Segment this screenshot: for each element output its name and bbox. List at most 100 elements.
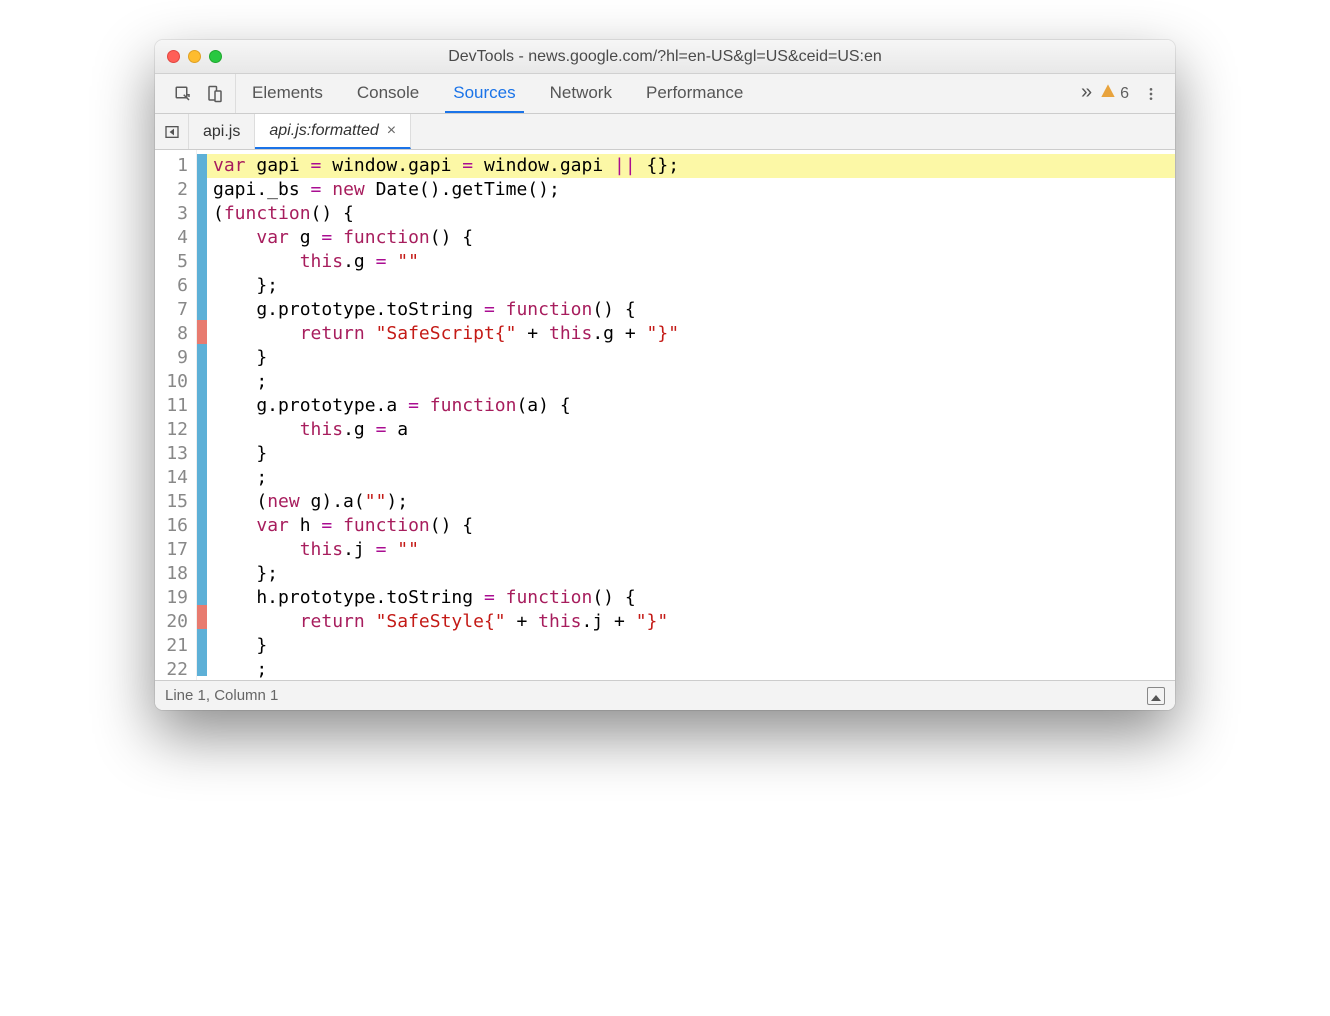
titlebar: DevTools - news.google.com/?hl=en-US&gl=… xyxy=(155,40,1175,74)
tab-elements[interactable]: Elements xyxy=(244,74,331,113)
coverage-marker xyxy=(197,486,207,510)
line-number[interactable]: 17 xyxy=(165,538,188,562)
code-line[interactable]: ; xyxy=(207,370,1175,394)
line-number[interactable]: 10 xyxy=(165,370,188,394)
coverage-marker xyxy=(197,510,207,534)
line-number[interactable]: 20 xyxy=(165,610,188,634)
minimize-window-button[interactable] xyxy=(188,50,201,63)
line-number[interactable]: 11 xyxy=(165,394,188,418)
code-editor[interactable]: 12345678910111213141516171819202122 var … xyxy=(155,150,1175,680)
maximize-window-button[interactable] xyxy=(209,50,222,63)
code-line[interactable]: }; xyxy=(207,274,1175,298)
tab-console[interactable]: Console xyxy=(349,74,427,113)
code-line[interactable]: g.prototype.a = function(a) { xyxy=(207,394,1175,418)
coverage-marker xyxy=(197,605,207,629)
code-content[interactable]: var gapi = window.gapi = window.gapi || … xyxy=(207,150,1175,680)
cursor-position: Line 1, Column 1 xyxy=(165,687,278,704)
settings-menu-button[interactable] xyxy=(1139,82,1163,106)
more-tabs-button[interactable]: » xyxy=(1073,74,1100,113)
line-number[interactable]: 22 xyxy=(165,658,188,680)
line-number[interactable]: 12 xyxy=(165,418,188,442)
line-number[interactable]: 21 xyxy=(165,634,188,658)
code-line[interactable]: ; xyxy=(207,466,1175,490)
code-line[interactable]: (function() { xyxy=(207,202,1175,226)
code-line[interactable]: } xyxy=(207,442,1175,466)
line-number[interactable]: 2 xyxy=(165,178,188,202)
code-line[interactable]: this.j = "" xyxy=(207,538,1175,562)
coverage-markers xyxy=(197,150,207,680)
line-number[interactable]: 4 xyxy=(165,226,188,250)
coverage-marker xyxy=(197,652,207,676)
line-number[interactable]: 9 xyxy=(165,346,188,370)
inspect-element-icon[interactable] xyxy=(169,80,197,108)
coverage-marker xyxy=(197,368,207,392)
coverage-marker xyxy=(197,581,207,605)
coverage-marker xyxy=(197,178,207,202)
line-number[interactable]: 3 xyxy=(165,202,188,226)
coverage-marker xyxy=(197,557,207,581)
coverage-marker xyxy=(197,534,207,558)
warnings-indicator[interactable]: 6 xyxy=(1100,83,1129,104)
coverage-marker xyxy=(197,344,207,368)
line-number[interactable]: 5 xyxy=(165,250,188,274)
window-controls xyxy=(167,50,222,63)
line-number[interactable]: 1 xyxy=(165,154,188,178)
panel-tabs: Elements Console Sources Network Performance xyxy=(244,74,1073,113)
line-number[interactable]: 14 xyxy=(165,466,188,490)
code-line[interactable]: } xyxy=(207,346,1175,370)
line-number[interactable]: 15 xyxy=(165,490,188,514)
code-line[interactable]: var h = function() { xyxy=(207,514,1175,538)
line-number[interactable]: 13 xyxy=(165,442,188,466)
code-line[interactable]: }; xyxy=(207,562,1175,586)
file-tab-label: api.js:formatted xyxy=(269,122,378,140)
close-window-button[interactable] xyxy=(167,50,180,63)
warning-icon xyxy=(1100,83,1116,104)
code-line[interactable]: return "SafeScript{" + this.g + "}" xyxy=(207,322,1175,346)
line-number[interactable]: 16 xyxy=(165,514,188,538)
code-line[interactable]: ; xyxy=(207,658,1175,680)
coverage-marker xyxy=(197,439,207,463)
code-line[interactable]: gapi._bs = new Date().getTime(); xyxy=(207,178,1175,202)
coverage-marker xyxy=(197,249,207,273)
coverage-marker xyxy=(197,201,207,225)
tab-network[interactable]: Network xyxy=(542,74,620,113)
file-tab[interactable]: api.js xyxy=(189,114,255,149)
code-line[interactable]: g.prototype.toString = function() { xyxy=(207,298,1175,322)
coverage-marker xyxy=(197,629,207,653)
tab-performance[interactable]: Performance xyxy=(638,74,751,113)
line-number[interactable]: 19 xyxy=(165,586,188,610)
code-line[interactable]: (new g).a(""); xyxy=(207,490,1175,514)
code-line[interactable]: this.g = a xyxy=(207,418,1175,442)
file-tab[interactable]: api.js:formatted × xyxy=(255,114,411,149)
line-number[interactable]: 8 xyxy=(165,322,188,346)
code-line[interactable]: var g = function() { xyxy=(207,226,1175,250)
coverage-marker xyxy=(197,320,207,344)
line-number-gutter: 12345678910111213141516171819202122 xyxy=(155,150,197,680)
coverage-marker xyxy=(197,225,207,249)
code-line[interactable]: this.g = "" xyxy=(207,250,1175,274)
coverage-marker xyxy=(197,296,207,320)
device-mode-icon[interactable] xyxy=(201,80,229,108)
sources-subbar: api.js api.js:formatted × xyxy=(155,114,1175,150)
drawer-toggle-button[interactable] xyxy=(1147,687,1165,705)
debugger-sidebar-toggle[interactable] xyxy=(155,114,189,149)
code-line[interactable]: } xyxy=(207,634,1175,658)
devtools-window: DevTools - news.google.com/?hl=en-US&gl=… xyxy=(155,40,1175,710)
line-number[interactable]: 18 xyxy=(165,562,188,586)
status-bar: Line 1, Column 1 xyxy=(155,680,1175,710)
coverage-marker xyxy=(197,463,207,487)
coverage-marker xyxy=(197,391,207,415)
main-toolbar: Elements Console Sources Network Performance… xyxy=(155,74,1175,114)
code-line[interactable]: h.prototype.toString = function() { xyxy=(207,586,1175,610)
coverage-marker xyxy=(197,415,207,439)
tab-sources[interactable]: Sources xyxy=(445,74,523,113)
coverage-marker xyxy=(197,154,207,178)
close-icon[interactable]: × xyxy=(387,122,396,140)
code-line[interactable]: return "SafeStyle{" + this.j + "}" xyxy=(207,610,1175,634)
file-tab-label: api.js xyxy=(203,123,240,141)
line-number[interactable]: 6 xyxy=(165,274,188,298)
line-number[interactable]: 7 xyxy=(165,298,188,322)
code-line[interactable]: var gapi = window.gapi = window.gapi || … xyxy=(207,154,1175,178)
coverage-marker xyxy=(197,273,207,297)
warning-count: 6 xyxy=(1120,85,1129,103)
